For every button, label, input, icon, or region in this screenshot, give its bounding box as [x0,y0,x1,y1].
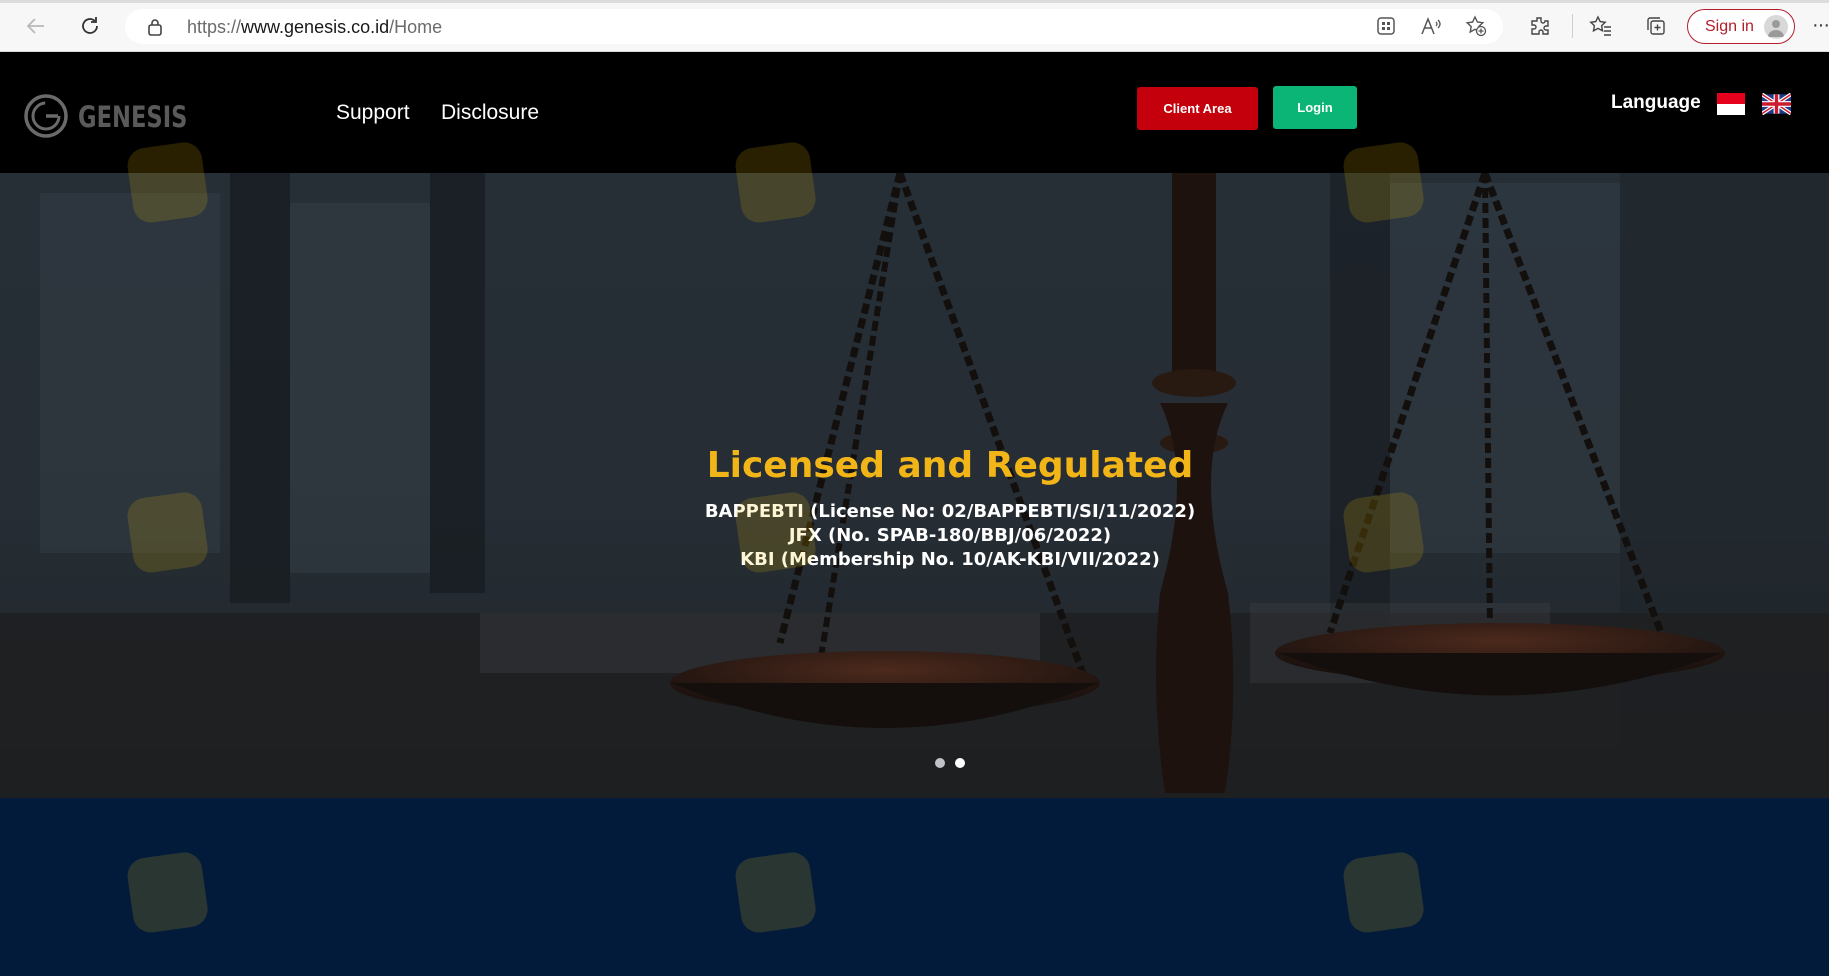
toolbar-separator [1572,14,1573,38]
hero-slider: Licensed and Regulated BAPPEBTI (License… [0,173,1829,798]
add-favorite-icon[interactable] [1463,13,1489,39]
sign-in-label: Sign in [1705,18,1754,35]
back-arrow-icon [26,18,44,34]
nav-disclosure[interactable]: Disclosure [441,101,539,125]
login-button[interactable]: Login [1273,86,1357,129]
uk-flag-icon[interactable] [1762,93,1791,115]
hero-license-bappebti: BAPPEBTI (License No: 02/BAPPEBTI/SI/11/… [704,501,1196,522]
client-area-button[interactable]: Client Area [1137,87,1258,130]
read-aloud-icon[interactable] [1418,13,1444,39]
genesis-logo-icon [24,94,68,138]
collections-icon[interactable] [1643,13,1669,39]
hero-title: Licensed and Regulated [706,445,1194,486]
logo-text: GENESIS [78,100,188,134]
address-bar[interactable]: https://www.genesis.co.id/Home [125,9,1503,44]
lock-icon[interactable] [147,18,163,41]
extensions-icon[interactable] [1527,13,1553,39]
browser-toolbar: https://www.genesis.co.id/Home Sign in ·… [0,0,1829,52]
url-domain: www.genesis.co.id [241,17,390,37]
slider-dot-1[interactable] [935,758,945,768]
content-section [0,798,1829,976]
indonesia-flag-icon[interactable] [1717,93,1745,115]
url-path: /Home [389,17,443,37]
language-label: Language [1611,92,1701,113]
nav-support[interactable]: Support [336,101,410,125]
tab-strip-edge [0,0,1829,3]
url-protocol: https:// [187,17,242,37]
hero-license-jfx: JFX (No. SPAB-180/BBJ/06/2022) [788,525,1112,546]
slider-dot-2[interactable] [955,758,965,768]
refresh-icon [82,17,98,34]
genesis-logo[interactable]: GENESIS [22,92,187,140]
sign-in-button[interactable]: Sign in [1687,9,1795,44]
favorites-icon[interactable] [1588,13,1614,39]
app-available-icon[interactable] [1373,13,1399,39]
site-header: GENESIS Support Disclosure Client Area L… [0,52,1829,173]
back-button[interactable] [22,12,50,40]
more-menu-button[interactable]: ··· [1812,14,1829,37]
profile-avatar-icon [1764,15,1788,39]
url-text[interactable]: https://www.genesis.co.id/Home [187,17,442,38]
hero-license-kbi: KBI (Membership No. 10/AK-KBI/VII/2022) [740,549,1160,570]
refresh-button[interactable] [76,12,104,40]
